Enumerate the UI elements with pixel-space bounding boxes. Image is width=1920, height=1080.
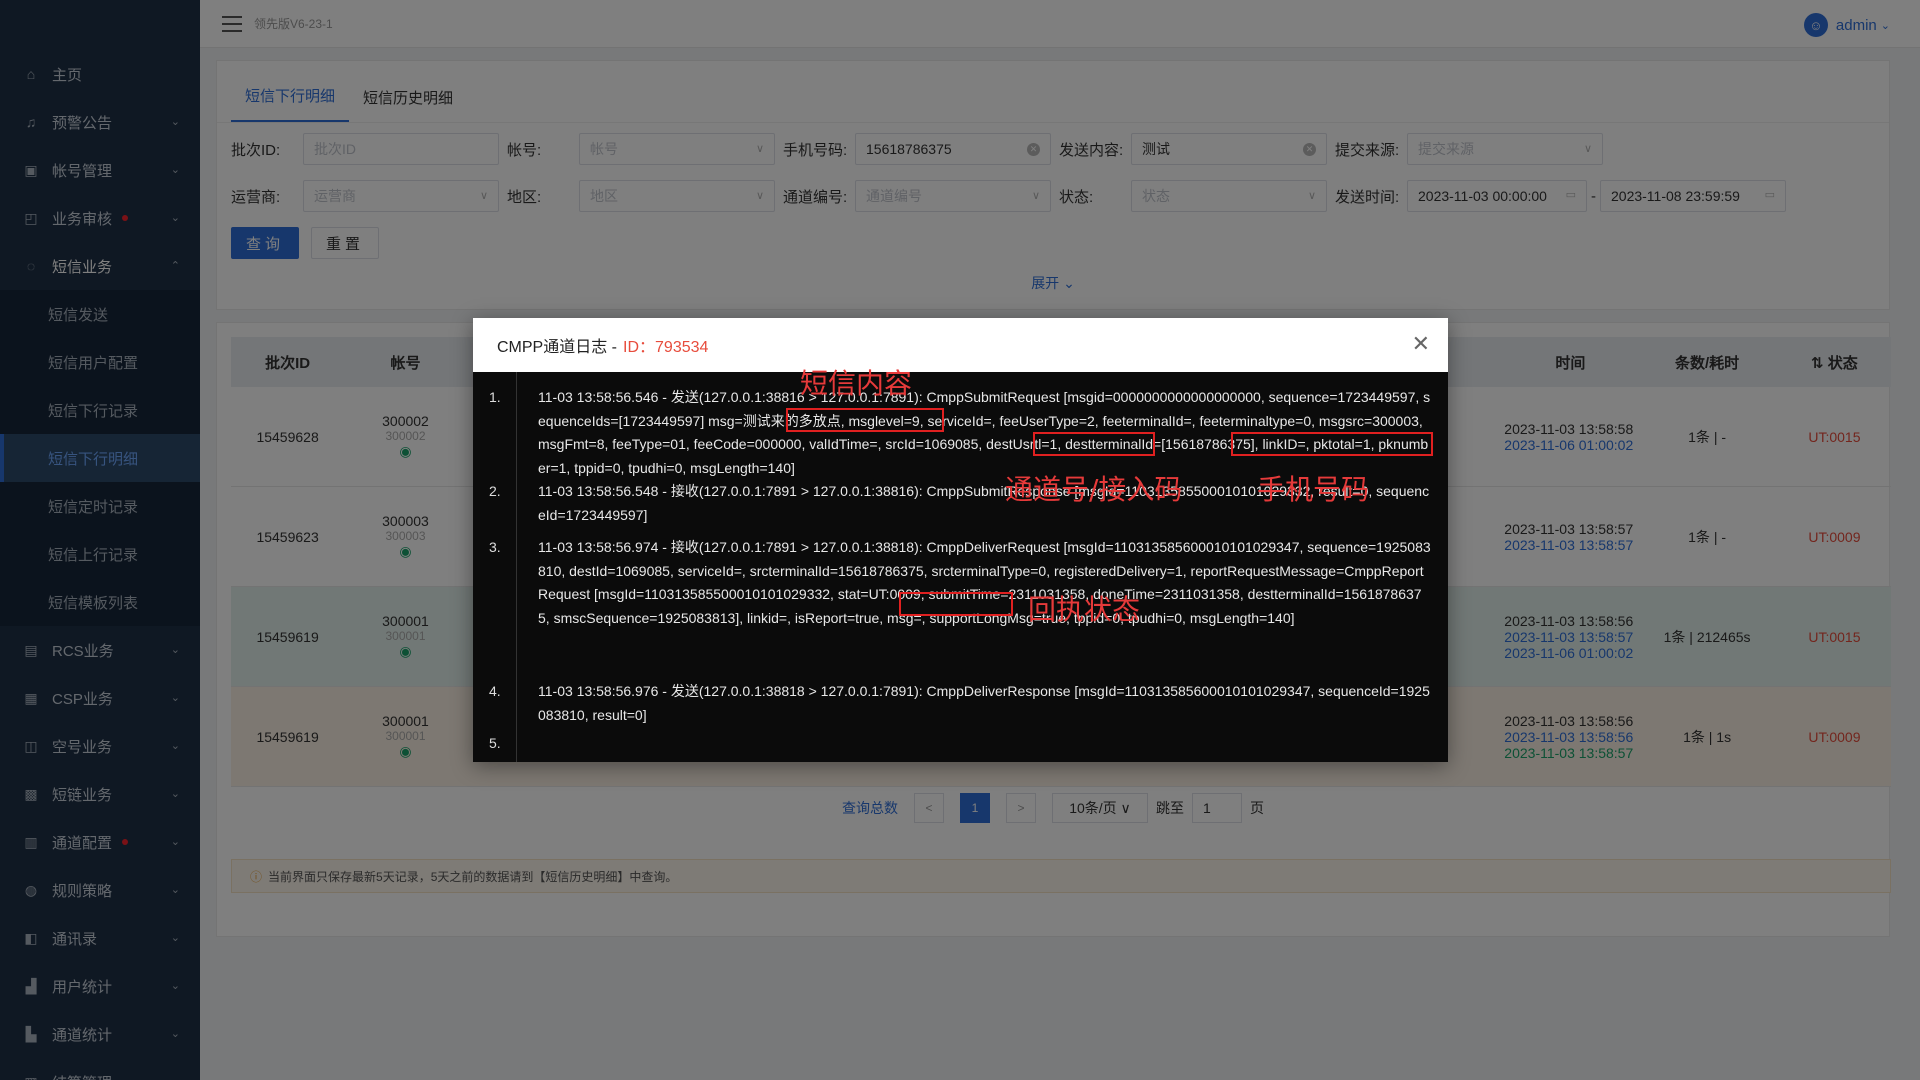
line-number: 2. bbox=[489, 483, 501, 499]
line-number: 4. bbox=[489, 683, 501, 699]
annotation-phone: 手机号码 bbox=[1257, 473, 1370, 506]
highlight-destterminal bbox=[1231, 432, 1433, 456]
annotation-channel-code: 通道号/接入码 bbox=[1005, 473, 1183, 506]
close-icon[interactable]: ✕ bbox=[1412, 333, 1430, 355]
annotation-receipt-status: 回执状态 bbox=[1028, 593, 1141, 626]
line-number: 3. bbox=[489, 539, 501, 555]
line-number: 5. bbox=[489, 735, 501, 751]
line-gutter: 1. 2. 3. 4. 5. bbox=[473, 372, 517, 762]
annotation-sms-content: 短信内容 bbox=[800, 367, 913, 400]
dialog-header: CMPP通道日志 - ID：793534 bbox=[473, 318, 1448, 372]
dialog-title: CMPP通道日志 - bbox=[497, 339, 618, 356]
highlight-stat bbox=[899, 592, 1013, 616]
line-number: 1. bbox=[489, 389, 501, 405]
log-line: 11-03 13:58:56.976 - 发送(127.0.0.1:38818 … bbox=[538, 683, 1430, 723]
highlight-srcid bbox=[1033, 432, 1155, 456]
dialog-id: ID：793534 bbox=[623, 339, 709, 356]
channel-log-dialog: CMPP通道日志 - ID：793534 ✕ 1. 2. 3. 4. 5. 11… bbox=[473, 318, 1448, 762]
log-viewer: 1. 2. 3. 4. 5. 11-03 13:58:56.546 - 发送(1… bbox=[473, 372, 1448, 762]
highlight-msg bbox=[786, 408, 944, 432]
